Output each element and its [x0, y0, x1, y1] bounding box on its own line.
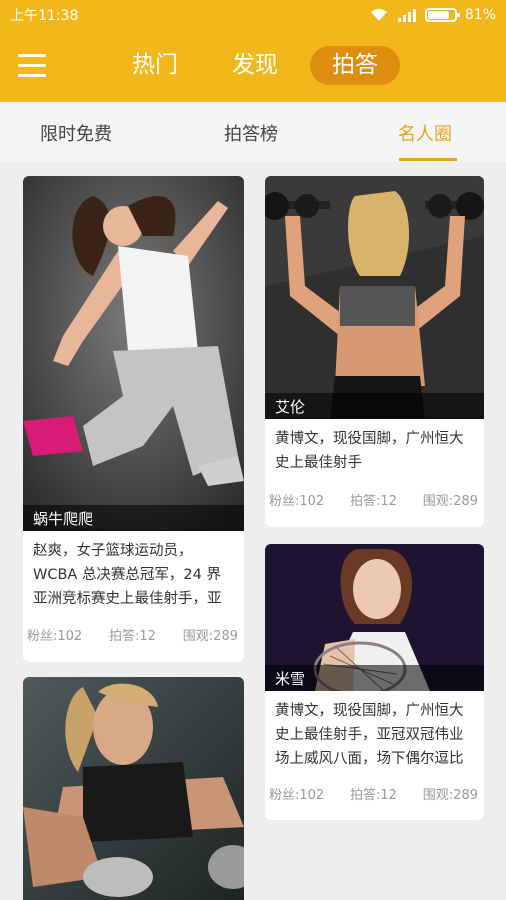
signal-icon: [397, 9, 416, 22]
tab-discover[interactable]: 发现: [210, 46, 300, 85]
tab-paida[interactable]: 拍答: [310, 46, 400, 85]
card-stats: 粉丝:102 拍答:12 围观:289: [269, 490, 478, 509]
card-photo[interactable]: 艾伦: [265, 176, 484, 419]
fans-count: 粉丝:102: [269, 494, 325, 509]
celebrity-card[interactable]: 艾伦 黄博文，现役国脚，广州恒大史上最佳射手 粉丝:102 拍答:12 围观:2…: [265, 176, 484, 527]
views-count: 围观:289: [422, 494, 478, 509]
card-description: 赵爽，女子篮球运动员，WCBA 总决赛总冠军，24 界亚洲竞标赛史上最佳射手，亚…: [33, 543, 222, 607]
status-icons: 81%: [369, 7, 496, 23]
card-caption-name: 艾伦: [265, 393, 484, 419]
card-description: 黄博文，现役国脚，广州恒大史上最佳射手，亚冠双冠伟业场上威风八面，场下偶尔逗比: [275, 703, 464, 767]
tab-hot[interactable]: 热门: [110, 46, 200, 85]
subtab-ranking[interactable]: 拍答榜: [224, 120, 278, 146]
card-stats: 粉丝:102 拍答:12 围观:289: [27, 625, 238, 644]
wifi-icon: [370, 8, 387, 21]
answers-count: 拍答:12: [109, 629, 156, 644]
active-tab-indicator: [399, 158, 457, 161]
card-photo[interactable]: 蜗牛爬爬: [23, 176, 244, 531]
answers-count: 拍答:12: [350, 788, 397, 803]
battery-percent: 81%: [464, 7, 496, 23]
sub-tabs: 限时免费 拍答榜 名人圈: [0, 102, 506, 162]
menu-icon[interactable]: [18, 54, 46, 78]
card-caption-name: 米雪: [265, 665, 484, 691]
card-description: 黄博文，现役国脚，广州恒大史上最佳射手: [275, 431, 464, 471]
subtab-limited-free[interactable]: 限时免费: [40, 120, 112, 146]
views-count: 围观:289: [182, 629, 238, 644]
nav-tabs: 热门 发现 拍答: [110, 46, 400, 85]
card-stats: 粉丝:102 拍答:12 围观:289: [269, 784, 478, 803]
subtab-celebrity[interactable]: 名人圈: [398, 120, 452, 146]
card-caption-name: 蜗牛爬爬: [23, 505, 244, 531]
fans-count: 粉丝:102: [27, 629, 83, 644]
card-photo[interactable]: [23, 677, 244, 900]
views-count: 围观:289: [422, 788, 478, 803]
status-bar: 上午11:38 81%: [0, 0, 506, 30]
status-time: 上午11:38: [10, 8, 79, 24]
battery-icon: [424, 8, 460, 22]
fans-count: 粉丝:102: [269, 788, 325, 803]
celebrity-card[interactable]: 蜗牛爬爬 赵爽，女子篮球运动员，WCBA 总决赛总冠军，24 界亚洲竞标赛史上最…: [23, 176, 244, 662]
answers-count: 拍答:12: [350, 494, 397, 509]
card-photo[interactable]: 米雪: [265, 544, 484, 691]
celebrity-card[interactable]: [23, 677, 244, 900]
celebrity-card[interactable]: 米雪 黄博文，现役国脚，广州恒大史上最佳射手，亚冠双冠伟业场上威风八面，场下偶尔…: [265, 544, 484, 820]
top-nav: 热门 发现 拍答: [0, 30, 506, 102]
